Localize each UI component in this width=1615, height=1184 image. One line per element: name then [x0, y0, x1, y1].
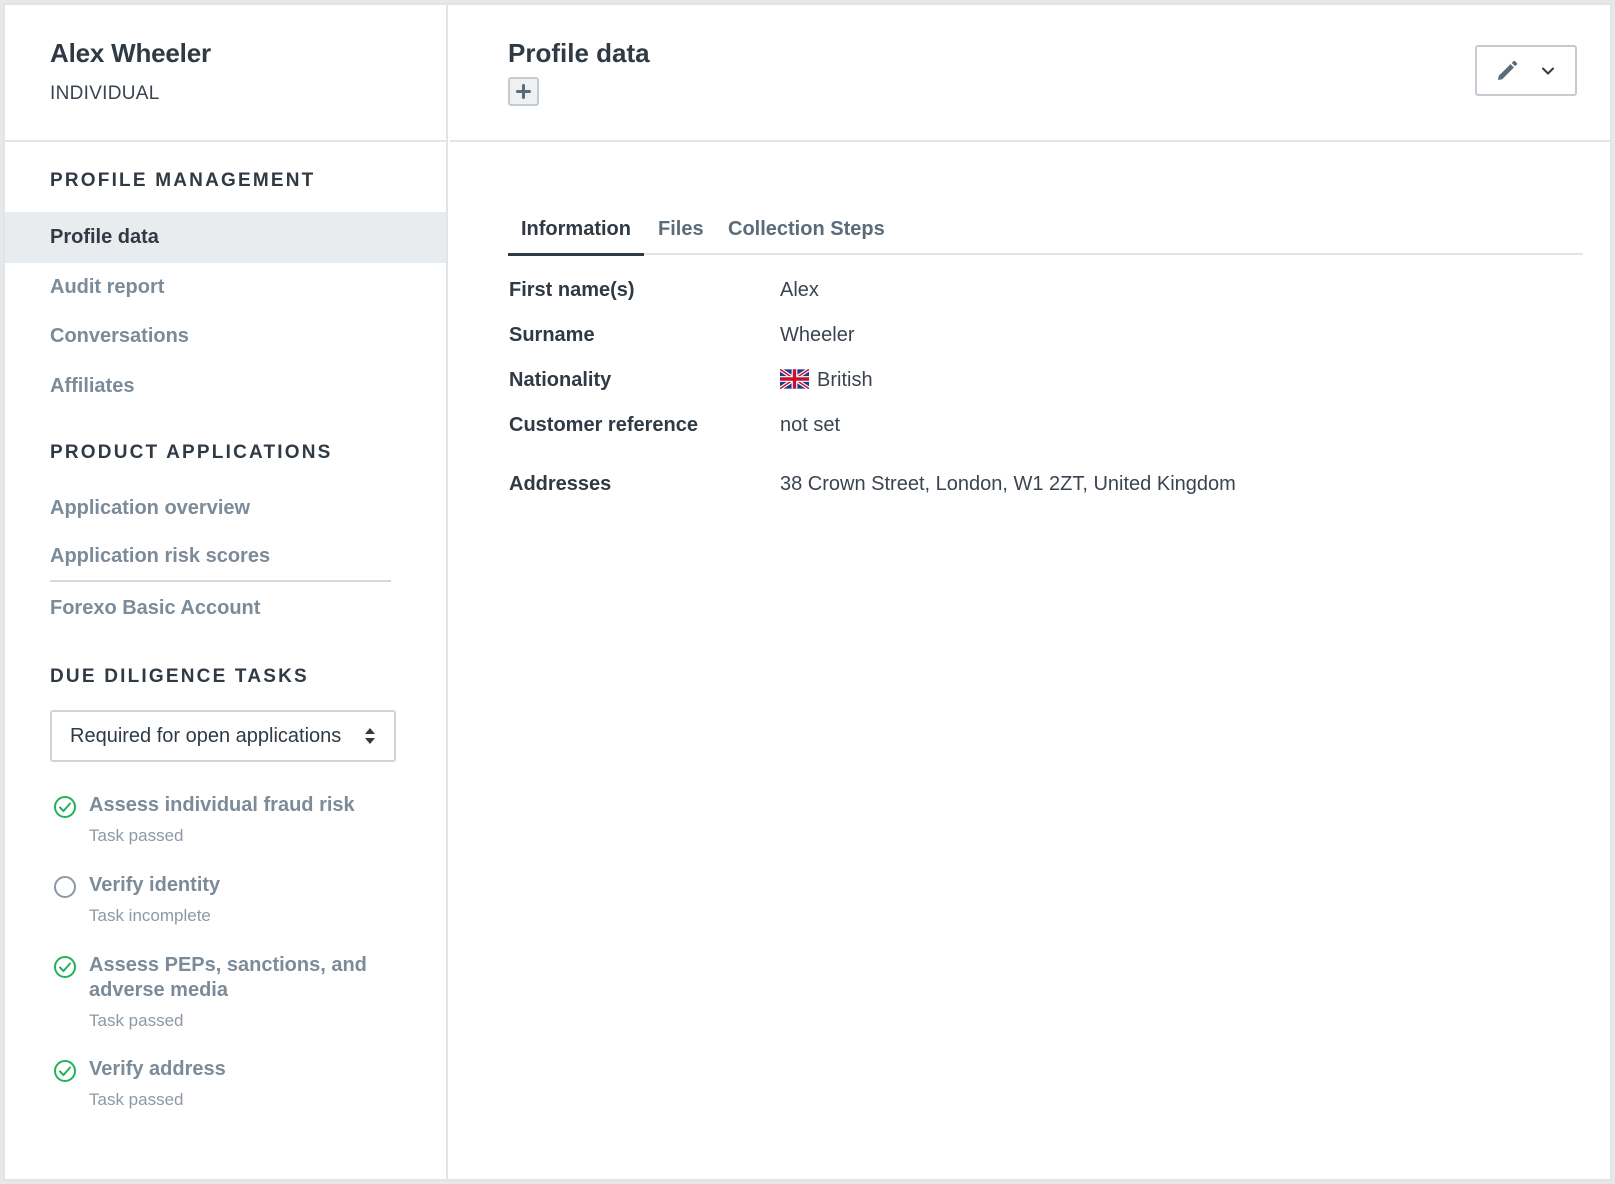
section-title-profile-management: PROFILE MANAGEMENT: [50, 170, 316, 191]
task-status: Task passed: [89, 826, 184, 845]
main-content: Profile data Information Files Collectio…: [450, 5, 1610, 1179]
field-value-surname: Wheeler: [780, 324, 855, 346]
field-label-addresses: Addresses: [509, 473, 612, 495]
main-header: Profile data: [450, 5, 1610, 142]
sidebar: Alex Wheeler INDIVIDUAL PROFILE MANAGEME…: [5, 5, 448, 1179]
section-title-due-diligence: DUE DILIGENCE TASKS: [50, 666, 309, 687]
task-title: Assess PEPs, sanctions, and adverse medi…: [89, 954, 367, 1001]
sidebar-item-profile-data[interactable]: Profile data: [5, 212, 446, 263]
page-title: Profile data: [508, 38, 650, 68]
sort-arrows-icon: [365, 728, 375, 744]
nationality-text: British: [817, 369, 873, 391]
pencil-icon: [1498, 60, 1518, 80]
task-status: Task passed: [89, 1090, 184, 1109]
add-button[interactable]: [508, 77, 539, 106]
task-item[interactable]: Verify address Task passed: [53, 1057, 413, 1110]
plus-icon: [516, 84, 531, 99]
check-circle-icon: [54, 956, 76, 978]
tab-collection-steps[interactable]: Collection Steps: [728, 205, 885, 255]
task-status: Task incomplete: [89, 906, 211, 925]
check-circle-icon: [54, 1060, 76, 1082]
sidebar-item-conversations[interactable]: Conversations: [5, 311, 446, 361]
sidebar-item-application-overview[interactable]: Application overview: [5, 484, 446, 532]
task-title: Assess individual fraud risk: [89, 794, 355, 816]
tab-information[interactable]: Information: [508, 205, 644, 256]
tab-bar: Information Files Collection Steps: [508, 205, 1583, 256]
field-value-first-name: Alex: [780, 279, 819, 301]
task-status: Task passed: [89, 1011, 184, 1030]
profile-management-section: PROFILE MANAGEMENT Profile data Audit re…: [5, 170, 446, 411]
sidebar-item-affiliates[interactable]: Affiliates: [5, 361, 446, 411]
sidebar-item-application-risk-scores[interactable]: Application risk scores: [5, 532, 446, 580]
field-label-first-name: First name(s): [509, 279, 635, 301]
product-applications-section: PRODUCT APPLICATIONS Application overvie…: [5, 442, 446, 634]
field-label-nationality: Nationality: [509, 369, 612, 391]
edit-dropdown-button[interactable]: [1475, 45, 1577, 96]
sidebar-item-audit-report[interactable]: Audit report: [5, 263, 446, 311]
task-title: Verify identity: [89, 874, 221, 896]
field-value-customer-reference: not set: [780, 414, 841, 436]
task-item[interactable]: Assess individual fraud risk Task passed: [53, 793, 413, 846]
entity-header: Alex Wheeler INDIVIDUAL: [5, 5, 446, 142]
empty-circle-icon: [54, 876, 76, 898]
entity-name: Alex Wheeler: [50, 38, 211, 68]
task-item[interactable]: Verify identity Task incomplete: [53, 873, 413, 926]
field-value-addresses: 38 Crown Street, London, W1 2ZT, United …: [780, 473, 1236, 495]
uk-flag-icon: [780, 369, 809, 389]
field-value-nationality: British: [780, 369, 873, 392]
entity-type: INDIVIDUAL: [50, 83, 160, 104]
field-label-surname: Surname: [509, 324, 595, 346]
task-item[interactable]: Assess PEPs, sanctions, and adverse medi…: [53, 953, 413, 1031]
app-frame: Alex Wheeler INDIVIDUAL PROFILE MANAGEME…: [3, 3, 1612, 1181]
field-label-customer-reference: Customer reference: [509, 414, 698, 436]
sidebar-item-forexo-basic-account[interactable]: Forexo Basic Account: [5, 582, 446, 634]
section-title-product-applications: PRODUCT APPLICATIONS: [50, 442, 333, 463]
chevron-down-icon: [1542, 67, 1554, 75]
task-filter-select[interactable]: Required for open applications: [50, 710, 396, 762]
task-filter-value: Required for open applications: [70, 725, 342, 747]
task-title: Verify address: [89, 1058, 226, 1080]
tab-files[interactable]: Files: [658, 205, 704, 255]
check-circle-icon: [54, 796, 76, 818]
